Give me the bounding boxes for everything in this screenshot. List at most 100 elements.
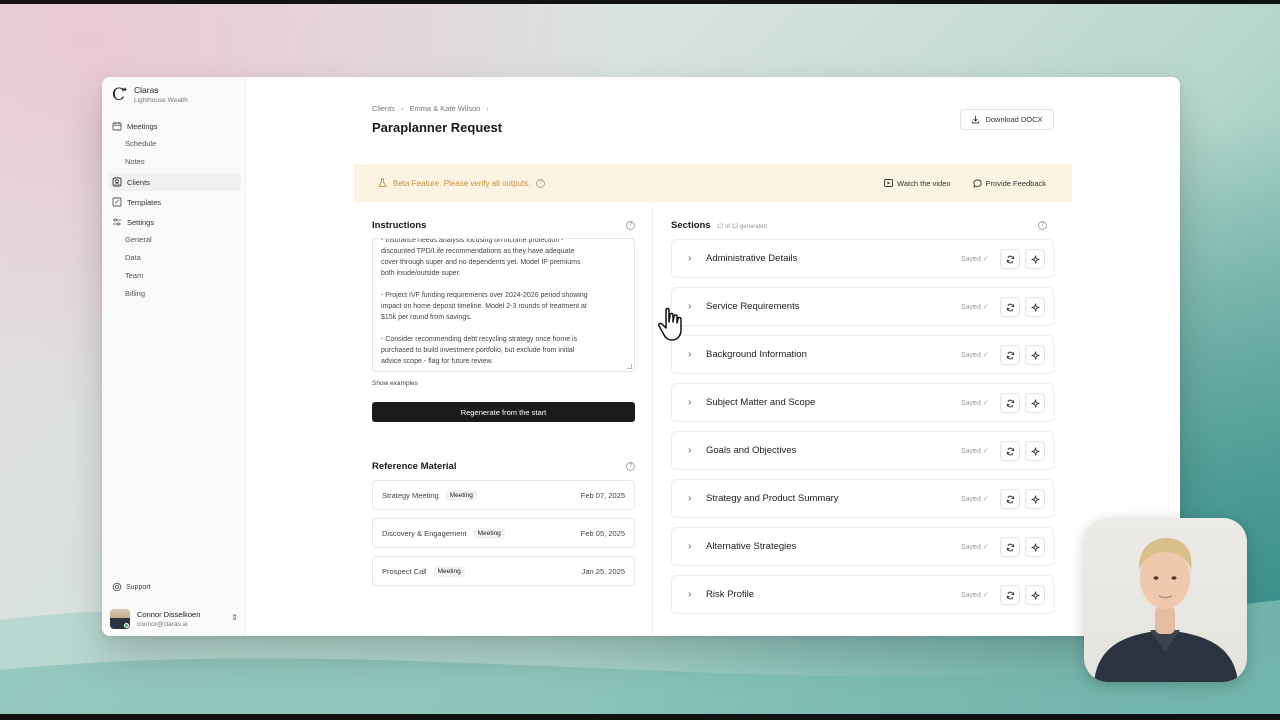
instructions-textarea[interactable]: - Insurance needs analysis focusing on i… xyxy=(372,238,635,372)
saved-label: Saved xyxy=(961,448,981,455)
column-divider xyxy=(652,207,653,636)
refresh-icon xyxy=(1006,351,1014,359)
user-email: connor@claras.ai xyxy=(137,620,188,628)
section-label: Goals and Objectives xyxy=(706,445,797,456)
help-icon[interactable]: ? xyxy=(626,220,635,230)
ai-edit-section-button[interactable] xyxy=(1025,393,1045,413)
help-icon[interactable]: ? xyxy=(1038,220,1047,230)
section-item[interactable]: › Goals and Objectives Saved ✓ xyxy=(671,431,1054,470)
section-label: Administrative Details xyxy=(706,253,798,264)
download-docx-button[interactable]: Download DOCX xyxy=(960,109,1054,130)
sidebar-item-clients[interactable]: Clients xyxy=(109,173,241,191)
section-item[interactable]: › Service Requirements Saved ✓ xyxy=(671,287,1054,326)
chevron-right-icon[interactable]: › xyxy=(688,253,691,264)
resize-handle[interactable] xyxy=(627,364,632,369)
sidebar-item-billing[interactable]: Billing xyxy=(109,285,241,303)
sparkle-icon xyxy=(1030,494,1040,504)
saved-status: Saved ✓ xyxy=(961,303,989,311)
ai-edit-section-button[interactable] xyxy=(1025,537,1045,557)
provide-feedback-button[interactable]: Provide Feedback xyxy=(972,179,1046,188)
sidebar-item-data[interactable]: Data xyxy=(109,249,241,267)
chevron-right-icon[interactable]: › xyxy=(688,493,691,504)
reference-item[interactable]: Prospect Call Meeting Jan 25, 2025 xyxy=(372,556,635,586)
reference-name: Prospect Call xyxy=(382,566,427,576)
section-item[interactable]: › Risk Profile Saved ✓ xyxy=(671,575,1054,614)
watch-video-button[interactable]: Watch the video xyxy=(884,179,951,188)
ai-edit-section-button[interactable] xyxy=(1025,441,1045,461)
refresh-icon xyxy=(1006,591,1014,599)
section-label: Background Information xyxy=(706,349,807,360)
refresh-icon xyxy=(1006,255,1014,263)
breadcrumb-client[interactable]: Emma & Kate Wilson xyxy=(409,104,480,113)
chevron-right-icon[interactable]: › xyxy=(688,397,691,408)
regenerate-section-button[interactable] xyxy=(1000,297,1020,317)
check-icon: ✓ xyxy=(982,352,989,359)
ai-edit-section-button[interactable] xyxy=(1025,585,1045,605)
reference-title: Reference Material xyxy=(372,460,457,472)
chevron-right-icon[interactable]: › xyxy=(688,589,691,600)
sidebar-nav: Meetings Schedule Notes Clients Template… xyxy=(109,117,241,303)
ai-edit-section-button[interactable] xyxy=(1025,345,1045,365)
sidebar-item-templates[interactable]: Templates xyxy=(109,193,241,211)
chevron-right-icon: › xyxy=(400,104,404,113)
refresh-icon xyxy=(1006,399,1014,407)
watch-video-label: Watch the video xyxy=(897,178,951,188)
beta-text: Beta Feature. Please verify all outputs. xyxy=(393,178,531,188)
section-item[interactable]: › Strategy and Product Summary Saved ✓ xyxy=(671,479,1054,518)
sections-title: Sections xyxy=(671,219,711,231)
help-icon[interactable]: ? xyxy=(536,178,546,188)
reference-list: Strategy Meeting Meeting Feb 07, 2025 Di… xyxy=(372,480,635,586)
support-link[interactable]: Support xyxy=(112,582,151,592)
reference-name: Discovery & Engagement xyxy=(382,528,467,538)
ai-edit-section-button[interactable] xyxy=(1025,297,1045,317)
ai-edit-section-button[interactable] xyxy=(1025,249,1045,269)
chevron-right-icon[interactable]: › xyxy=(688,445,691,456)
section-item[interactable]: › Subject Matter and Scope Saved ✓ xyxy=(671,383,1054,422)
regenerate-section-button[interactable] xyxy=(1000,441,1020,461)
sliders-icon xyxy=(113,218,121,226)
org-name: Lighthouse Wealth xyxy=(134,97,188,104)
saved-label: Saved xyxy=(961,592,981,599)
sidebar-item-general[interactable]: General xyxy=(109,231,241,249)
regenerate-section-button[interactable] xyxy=(1000,345,1020,365)
ai-edit-section-button[interactable] xyxy=(1025,489,1045,509)
chevron-updown-icon: ⇕ xyxy=(231,613,238,622)
letterbox-top xyxy=(0,0,1280,4)
saved-label: Saved xyxy=(961,304,981,311)
video-icon xyxy=(884,179,893,187)
sidebar-item-schedule[interactable]: Schedule xyxy=(109,135,241,153)
chevron-right-icon[interactable]: › xyxy=(688,349,691,360)
beta-banner: Beta Feature. Please verify all outputs.… xyxy=(354,164,1072,202)
breadcrumb-clients[interactable]: Clients xyxy=(372,104,395,113)
section-item[interactable]: › Administrative Details Saved ✓ xyxy=(671,239,1054,278)
sidebar-item-settings[interactable]: Settings xyxy=(109,213,241,231)
chevron-right-icon[interactable]: › xyxy=(688,541,691,552)
show-examples-link[interactable]: Show examples xyxy=(372,380,635,387)
user-menu[interactable]: Connor Disselkoen connor@claras.ai ⇕ xyxy=(110,607,240,631)
regenerate-section-button[interactable] xyxy=(1000,585,1020,605)
regenerate-section-button[interactable] xyxy=(1000,393,1020,413)
check-icon: ✓ xyxy=(982,448,989,455)
reference-date: Feb 07, 2025 xyxy=(580,491,625,500)
regenerate-section-button[interactable] xyxy=(1000,537,1020,557)
section-item[interactable]: › Background Information Saved ✓ xyxy=(671,335,1054,374)
template-icon xyxy=(112,197,122,207)
sidebar-item-label: Meetings xyxy=(127,121,158,131)
sidebar-item-team[interactable]: Team xyxy=(109,267,241,285)
brand[interactable]: C ✦ Claras Lighthouse Wealth xyxy=(112,85,188,105)
section-item[interactable]: › Alternative Strategies Saved ✓ xyxy=(671,527,1054,566)
sidebar-item-notes[interactable]: Notes xyxy=(109,153,241,171)
sidebar-item-meetings[interactable]: Meetings xyxy=(109,117,241,135)
reference-item[interactable]: Discovery & Engagement Meeting Feb 05, 2… xyxy=(372,518,635,548)
reference-date: Feb 05, 2025 xyxy=(580,529,625,538)
hand-cursor-icon xyxy=(658,307,682,341)
reference-item[interactable]: Strategy Meeting Meeting Feb 07, 2025 xyxy=(372,480,635,510)
regenerate-button[interactable]: Regenerate from the start xyxy=(372,402,635,422)
saved-label: Saved xyxy=(961,496,981,503)
regenerate-section-button[interactable] xyxy=(1000,489,1020,509)
help-icon[interactable]: ? xyxy=(626,461,635,471)
sections-list: › Administrative Details Saved ✓ › Service R… xyxy=(671,239,1055,614)
saved-label: Saved xyxy=(961,256,981,263)
regenerate-section-button[interactable] xyxy=(1000,249,1020,269)
instructions-title: Instructions xyxy=(372,219,427,231)
